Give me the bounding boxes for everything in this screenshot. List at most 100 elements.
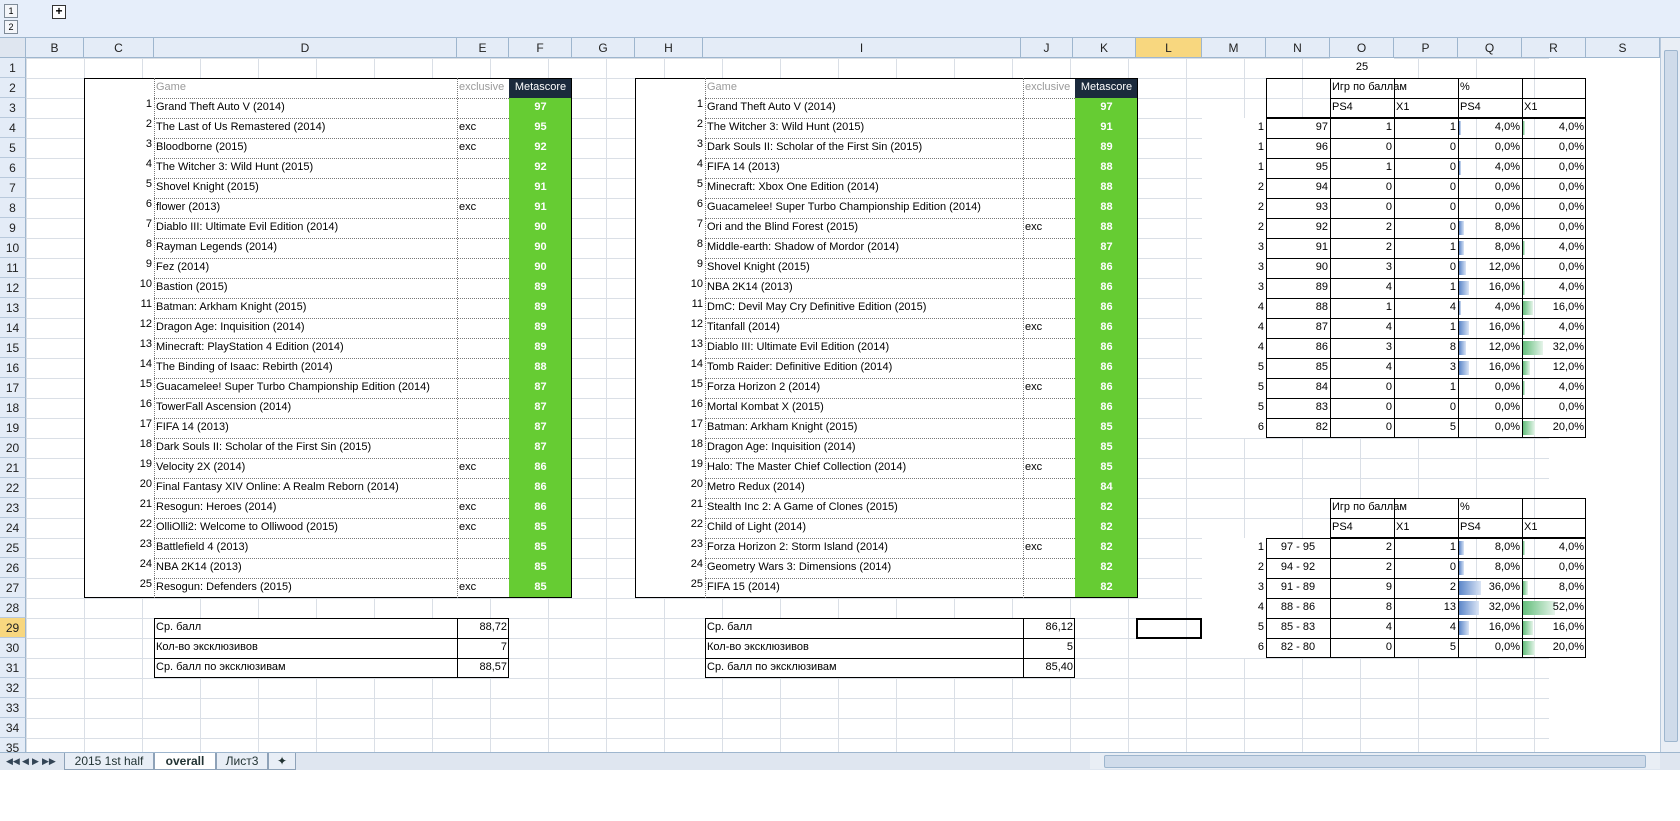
score-cell[interactable]: 83 <box>1266 398 1330 418</box>
ps4-count-cell[interactable]: 4 <box>1330 618 1394 638</box>
game-name-cell[interactable]: Battlefield 4 (2013) <box>154 538 457 558</box>
x1-count-cell[interactable]: 0 <box>1394 558 1458 578</box>
x1-count-cell[interactable]: 4 <box>1394 298 1458 318</box>
game-name-cell[interactable]: Forza Horizon 2 (2014) <box>705 378 1023 398</box>
x1-count-cell[interactable]: 0 <box>1394 138 1458 158</box>
metascore-cell[interactable]: 88 <box>509 358 572 378</box>
x1-count-cell[interactable]: 0 <box>1394 178 1458 198</box>
stat-value[interactable]: 88,57 <box>457 658 509 678</box>
game-name-cell[interactable]: Middle-earth: Shadow of Mordor (2014) <box>705 238 1023 258</box>
rank-cell[interactable]: 6 <box>635 198 705 218</box>
metascore-cell[interactable]: 88 <box>1075 218 1138 238</box>
rank-cell[interactable]: 20 <box>84 478 154 498</box>
metascore-cell[interactable]: 90 <box>509 238 572 258</box>
rank-cell[interactable]: 17 <box>635 418 705 438</box>
x1-count-cell[interactable]: 1 <box>1394 118 1458 138</box>
row-header-5[interactable]: 5 <box>0 138 26 158</box>
metascore-cell[interactable]: 89 <box>509 298 572 318</box>
stat-label[interactable]: Ср. балл по эксклюзивам <box>705 658 1023 678</box>
score-cell[interactable]: 90 <box>1266 258 1330 278</box>
prev-sheet-arrow-icon[interactable]: ◀ <box>22 756 29 767</box>
row-header-4[interactable]: 4 <box>0 118 26 138</box>
x1-count-cell[interactable]: 1 <box>1394 238 1458 258</box>
exclusive-cell[interactable] <box>1023 478 1075 498</box>
ps4-count-cell[interactable]: 4 <box>1330 278 1394 298</box>
percent-cell[interactable]: 12,0% <box>1458 258 1522 278</box>
exclusive-cell[interactable]: exc <box>1023 218 1075 238</box>
column-header-b[interactable]: B <box>26 38 84 58</box>
rank-cell[interactable]: 8 <box>635 238 705 258</box>
rank-cell[interactable]: 15 <box>84 378 154 398</box>
exclusive-cell[interactable] <box>457 318 509 338</box>
percent-cell[interactable]: 36,0% <box>1458 578 1522 598</box>
header-percent[interactable]: % <box>1458 498 1522 518</box>
percent-cell[interactable]: 4,0% <box>1458 158 1522 178</box>
percent-cell[interactable]: 8,0% <box>1458 538 1522 558</box>
header-ps4[interactable]: PS4 <box>1330 518 1394 538</box>
rank-cell[interactable]: 14 <box>635 358 705 378</box>
column-header-k[interactable]: K <box>1073 38 1136 58</box>
game-name-cell[interactable]: Grand Theft Auto V (2014) <box>154 98 457 118</box>
rank-cell[interactable]: 4 <box>84 158 154 178</box>
row-header-26[interactable]: 26 <box>0 558 26 578</box>
percent-cell[interactable]: 4,0% <box>1522 378 1586 398</box>
column-header-r[interactable]: R <box>1522 38 1586 58</box>
metascore-cell[interactable]: 97 <box>509 98 572 118</box>
ps4-count-cell[interactable]: 0 <box>1330 418 1394 438</box>
ps4-count-cell[interactable]: 4 <box>1330 358 1394 378</box>
score-cell[interactable]: 94 <box>1266 178 1330 198</box>
metascore-cell[interactable]: 86 <box>1075 378 1138 398</box>
metascore-cell[interactable]: 87 <box>509 398 572 418</box>
ps4-count-cell[interactable]: 1 <box>1330 298 1394 318</box>
rank-cell[interactable]: 11 <box>635 298 705 318</box>
score-cell[interactable]: 89 <box>1266 278 1330 298</box>
rank-cell[interactable]: 3 <box>635 138 705 158</box>
row-header-20[interactable]: 20 <box>0 438 26 458</box>
rank-cell[interactable]: 9 <box>84 258 154 278</box>
ps4-count-cell[interactable]: 9 <box>1330 578 1394 598</box>
rank-cell[interactable]: 21 <box>635 498 705 518</box>
score-cell[interactable]: 96 <box>1266 138 1330 158</box>
x1-count-cell[interactable]: 8 <box>1394 338 1458 358</box>
rank-cell[interactable]: 10 <box>635 278 705 298</box>
exclusive-cell[interactable] <box>457 298 509 318</box>
percent-cell[interactable]: 16,0% <box>1522 298 1586 318</box>
score-cell[interactable]: 87 <box>1266 318 1330 338</box>
active-cell-cursor[interactable] <box>1136 618 1202 639</box>
exclusive-cell[interactable]: exc <box>457 118 509 138</box>
group-cell[interactable]: 4 <box>1202 298 1266 318</box>
metascore-cell[interactable]: 85 <box>1075 458 1138 478</box>
column-header-j[interactable]: J <box>1021 38 1073 58</box>
game-name-cell[interactable]: OlliOlli2: Welcome to Olliwood (2015) <box>154 518 457 538</box>
metascore-cell[interactable]: 89 <box>509 338 572 358</box>
group-cell[interactable]: 2 <box>1202 218 1266 238</box>
rank-cell[interactable]: 16 <box>84 398 154 418</box>
horizontal-scrollbar[interactable] <box>1090 753 1660 769</box>
outline-level-1-button[interactable]: 1 <box>4 4 18 18</box>
column-header-c[interactable]: C <box>84 38 154 58</box>
exclusive-cell[interactable] <box>1023 158 1075 178</box>
exclusive-cell[interactable] <box>1023 438 1075 458</box>
rank-cell[interactable]: 14 <box>84 358 154 378</box>
game-name-cell[interactable]: Child of Light (2014) <box>705 518 1023 538</box>
column-title-game[interactable]: Game <box>154 78 457 98</box>
exclusive-cell[interactable]: exc <box>457 198 509 218</box>
metascore-cell[interactable]: 86 <box>1075 318 1138 338</box>
exclusive-cell[interactable] <box>1023 418 1075 438</box>
percent-cell[interactable]: 4,0% <box>1522 238 1586 258</box>
row-header-34[interactable]: 34 <box>0 718 26 738</box>
column-title-metascore[interactable]: Metascore <box>1075 78 1138 98</box>
exclusive-cell[interactable] <box>457 338 509 358</box>
percent-cell[interactable]: 8,0% <box>1522 578 1586 598</box>
percent-cell[interactable]: 8,0% <box>1458 238 1522 258</box>
column-header-p[interactable]: P <box>1394 38 1458 58</box>
ps4-count-cell[interactable]: 0 <box>1330 138 1394 158</box>
header-games-by-score[interactable]: Игр по баллам <box>1330 78 1458 98</box>
metascore-cell[interactable]: 89 <box>509 278 572 298</box>
exclusive-cell[interactable]: exc <box>457 578 509 598</box>
row-header-30[interactable]: 30 <box>0 638 26 658</box>
percent-cell[interactable]: 0,0% <box>1522 258 1586 278</box>
insert-sheet-icon[interactable]: ✦ <box>268 753 296 770</box>
exclusive-cell[interactable] <box>457 278 509 298</box>
rank-cell[interactable]: 18 <box>84 438 154 458</box>
